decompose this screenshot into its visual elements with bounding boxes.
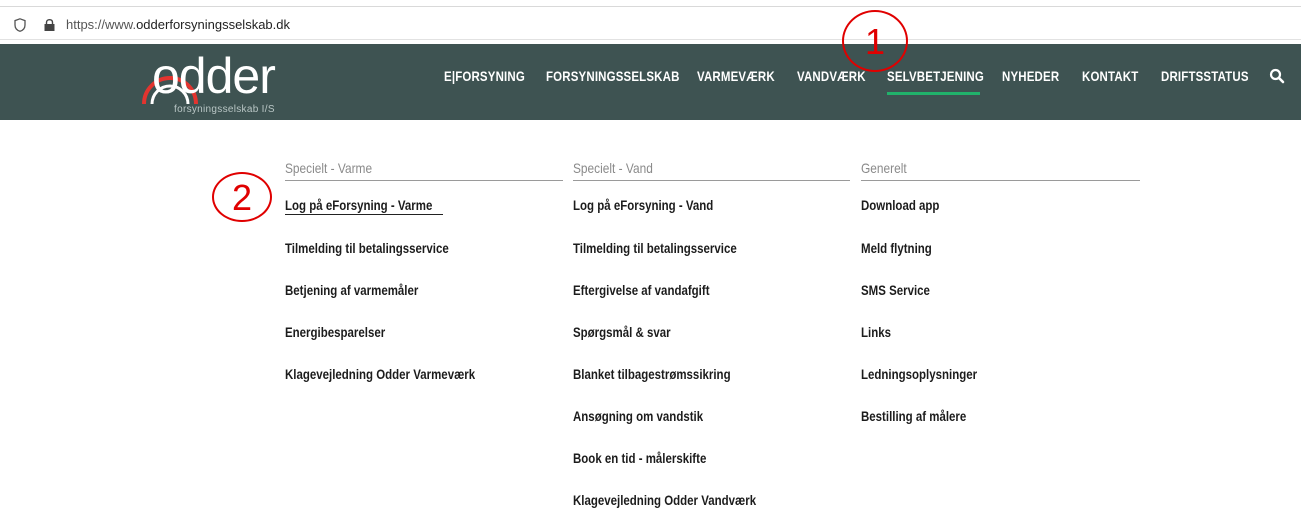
- nav-kontakt[interactable]: KONTAKT: [1082, 68, 1138, 84]
- lock-icon: [44, 19, 55, 31]
- menu-link[interactable]: Links: [861, 324, 891, 340]
- active-nav-underline: [887, 92, 980, 95]
- menu-link[interactable]: Log på eForsyning - Vand: [573, 197, 713, 213]
- menu-link[interactable]: Energibesparelser: [285, 324, 385, 340]
- shield-icon[interactable]: [14, 18, 26, 32]
- active-link-underline: [285, 214, 443, 215]
- column-heading: Generelt: [861, 160, 907, 176]
- menu-link[interactable]: Eftergivelse af vandafgift: [573, 282, 710, 298]
- url-domain: odderforsyningsselskab.dk: [136, 17, 290, 32]
- menu-link[interactable]: Betjening af varmemåler: [285, 282, 418, 298]
- logo-wordmark: odder: [152, 48, 276, 104]
- menu-link[interactable]: Tilmelding til betalingsservice: [285, 240, 449, 256]
- menu-link[interactable]: Ansøgning om vandstik: [573, 408, 703, 424]
- menu-link[interactable]: Bestilling af målere: [861, 408, 966, 424]
- nav-selvbetjening[interactable]: SELVBETJENING: [887, 68, 984, 84]
- annotation-label-1: 1: [864, 21, 886, 62]
- nav-vandvaerk[interactable]: VANDVÆRK: [797, 68, 866, 84]
- menu-link[interactable]: Meld flytning: [861, 240, 932, 256]
- browser-url-bar: https://www.odderforsyningsselskab.dk: [0, 0, 1301, 44]
- menu-link[interactable]: Book en tid - målerskifte: [573, 450, 706, 466]
- odder-logo[interactable]: odder forsyningsselskab I/S: [140, 48, 340, 116]
- menu-link[interactable]: Ledningsoplysninger: [861, 366, 977, 382]
- annotation-circle-1: 1: [842, 10, 908, 72]
- logo-subtitle: forsyningsselskab I/S: [174, 104, 275, 115]
- menu-link[interactable]: SMS Service: [861, 282, 930, 298]
- menu-link[interactable]: Download app: [861, 197, 939, 213]
- menu-link[interactable]: Spørgsmål & svar: [573, 324, 671, 340]
- annotation-label-2: 2: [231, 177, 253, 218]
- menu-link[interactable]: Klagevejledning Odder Varmeværk: [285, 366, 475, 382]
- column-heading: Specielt - Vand: [573, 160, 653, 176]
- nav-driftsstatus[interactable]: DRIFTSSTATUS: [1161, 68, 1249, 84]
- nav-varmevaerk[interactable]: VARMEVÆRK: [697, 68, 775, 84]
- nav-forsyningsselskab[interactable]: FORSYNINGSSELSKAB: [546, 68, 680, 84]
- menu-link[interactable]: Blanket tilbagestrømssikring: [573, 366, 731, 382]
- nav-eforsyning[interactable]: E|FORSYNING: [444, 68, 525, 84]
- column-divider: [861, 180, 1140, 181]
- search-icon[interactable]: [1269, 68, 1285, 84]
- column-divider: [285, 180, 563, 181]
- nav-nyheder[interactable]: NYHEDER: [1002, 68, 1059, 84]
- main-navbar: odder forsyningsselskab I/S E|FORSYNING …: [0, 44, 1301, 120]
- url-text[interactable]: https://www.odderforsyningsselskab.dk: [66, 17, 290, 32]
- url-prefix: https://www.: [66, 17, 137, 32]
- column-heading: Specielt - Varme: [285, 160, 373, 176]
- menu-link[interactable]: Klagevejledning Odder Vandværk: [573, 492, 756, 508]
- menu-link[interactable]: Tilmelding til betalingsservice: [573, 240, 737, 256]
- column-divider: [573, 180, 850, 181]
- menu-link-log-pa-eforsyning-varme[interactable]: Log på eForsyning - Varme: [285, 197, 432, 213]
- annotation-circle-2: 2: [212, 172, 272, 222]
